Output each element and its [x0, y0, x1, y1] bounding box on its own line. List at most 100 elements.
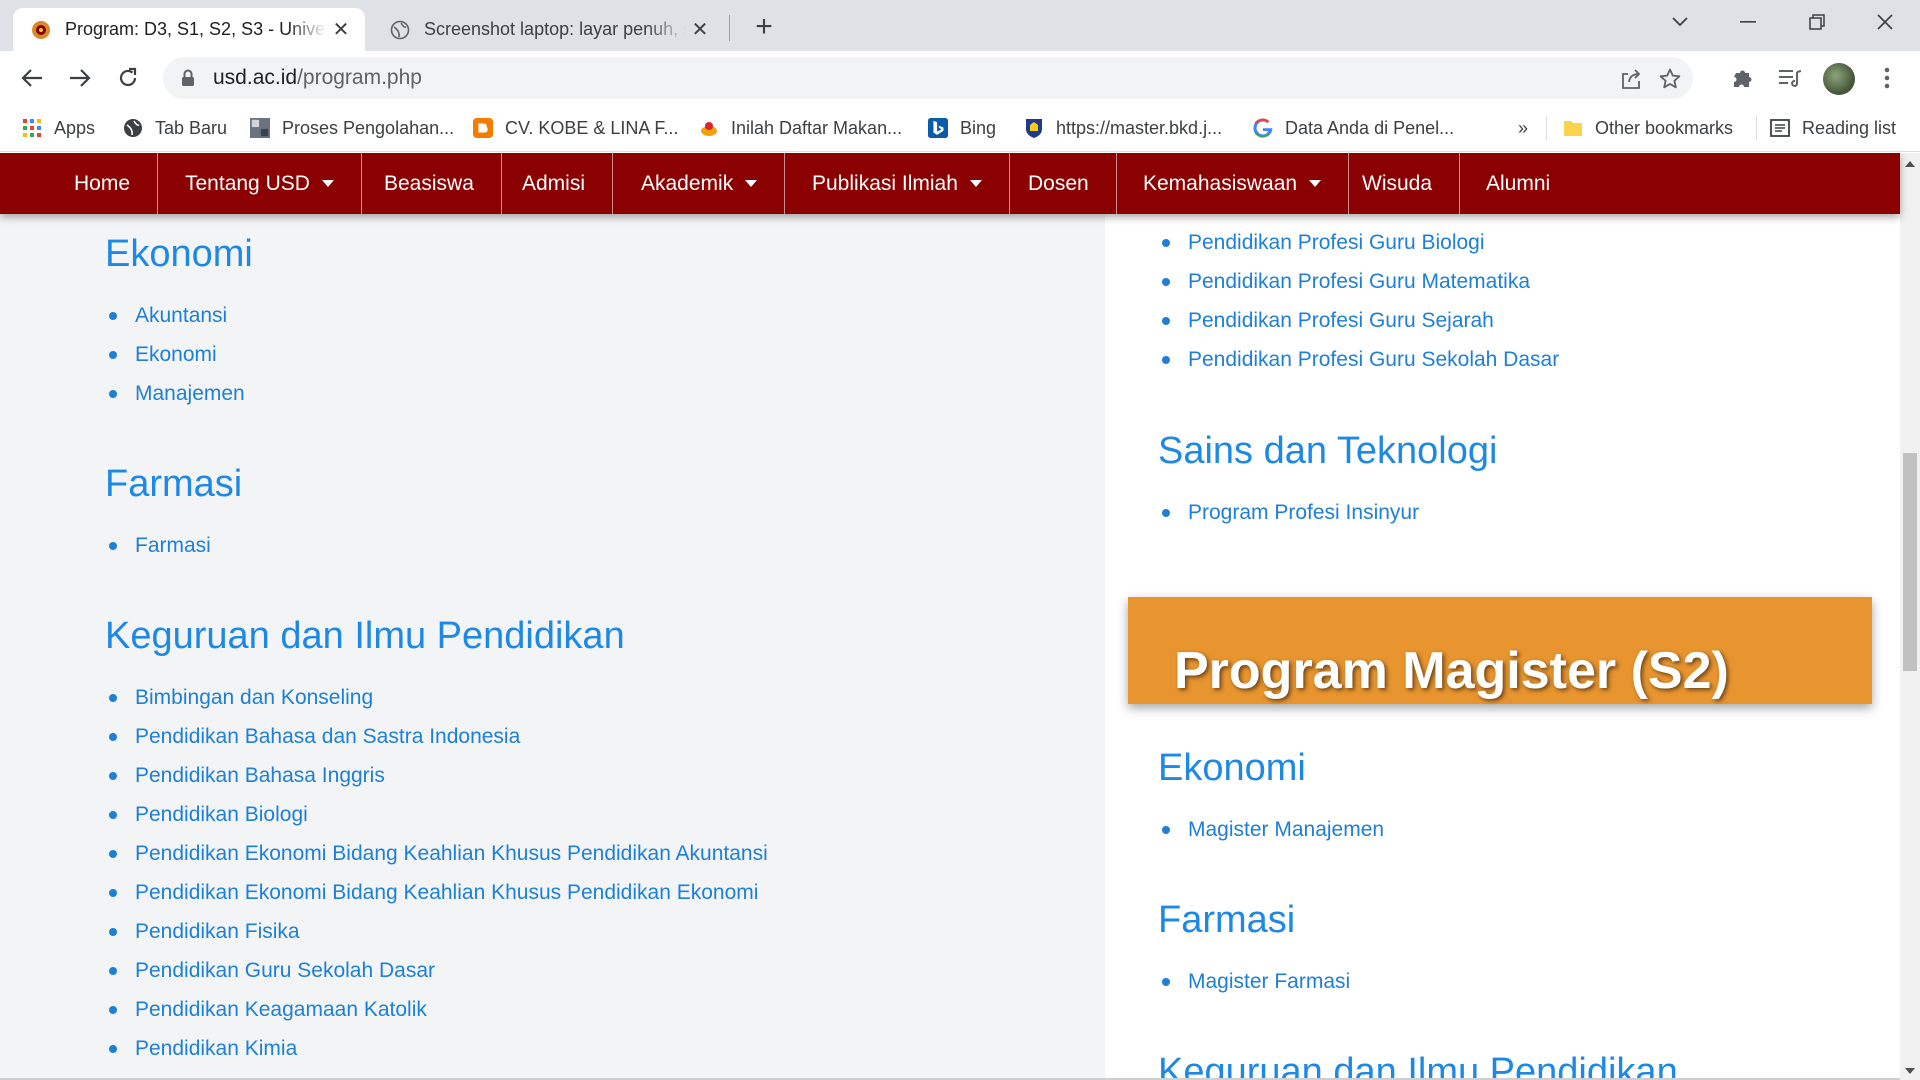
- address-bar[interactable]: usd.ac.id/program.php: [163, 57, 1693, 99]
- banner-title: Program Magister (S2): [1174, 642, 1729, 700]
- scroll-up-icon[interactable]: [1905, 161, 1915, 167]
- program-link[interactable]: Farmasi: [106, 526, 211, 565]
- globe-icon: [123, 118, 143, 138]
- program-link[interactable]: Ekonomi: [106, 335, 245, 374]
- program-link[interactable]: Pendidikan Guru Sekolah Dasar: [106, 951, 768, 990]
- nav-admisi[interactable]: Admisi: [495, 153, 614, 214]
- program-magister-banner: Program Magister (S2): [1128, 597, 1872, 704]
- nav-wisuda[interactable]: Wisuda: [1335, 153, 1461, 214]
- program-link[interactable]: Pendidikan Keagamaan Katolik: [106, 990, 768, 1029]
- program-link[interactable]: Pendidikan Profesi Guru Matematika: [1159, 262, 1559, 301]
- program-link[interactable]: Pendidikan Profesi Guru Biologi: [1159, 223, 1559, 262]
- nav-label: Dosen: [1028, 171, 1089, 195]
- page-scrollbar[interactable]: [1900, 153, 1920, 1080]
- program-link[interactable]: Pendidikan Biologi: [106, 795, 768, 834]
- bookmark-bing[interactable]: Bing: [928, 114, 996, 142]
- nav-label: Kemahasiswaan: [1143, 171, 1298, 195]
- nav-home[interactable]: Home: [47, 153, 159, 214]
- nav-tentang-usd[interactable]: Tentang USD: [158, 153, 362, 214]
- program-link[interactable]: Bimbingan dan Konseling: [106, 678, 768, 717]
- caret-down-icon: [745, 180, 758, 187]
- program-link[interactable]: Magister Farmasi: [1159, 962, 1350, 1001]
- bookmark-inilah-daftar[interactable]: Inilah Daftar Makan...: [699, 114, 902, 142]
- program-link[interactable]: Pendidikan Bahasa Inggris: [106, 756, 768, 795]
- forward-icon[interactable]: [63, 61, 97, 95]
- new-tab-button[interactable]: +: [748, 12, 780, 44]
- bing-icon: [928, 118, 948, 138]
- bookmark-data-anda[interactable]: Data Anda di Penel...: [1253, 114, 1454, 142]
- program-link[interactable]: Pendidikan Ekonomi Bidang Keahlian Khusu…: [106, 873, 768, 912]
- back-icon[interactable]: [15, 61, 49, 95]
- program-link[interactable]: Pendidikan Bahasa dan Sastra Indonesia: [106, 717, 768, 756]
- list-sains-teknologi: Program Profesi Insinyur: [1159, 493, 1419, 532]
- caret-down-icon: [1309, 180, 1322, 187]
- reading-list-button[interactable]: Reading list: [1770, 114, 1896, 142]
- bookmark-tab-baru[interactable]: Tab Baru: [123, 114, 227, 142]
- nav-alumni[interactable]: Alumni: [1459, 153, 1577, 214]
- heading-farmasi: Farmasi: [105, 463, 243, 505]
- extensions-icon[interactable]: [1726, 61, 1760, 95]
- url-text: usd.ac.id/program.php: [213, 66, 422, 90]
- bookmarks-divider: [1546, 116, 1547, 140]
- program-link[interactable]: Pendidikan Kimia: [106, 1029, 768, 1068]
- other-bookmarks-folder[interactable]: Other bookmarks: [1563, 114, 1733, 142]
- program-link[interactable]: Pendidikan Profesi Guru Sekolah Dasar: [1159, 340, 1559, 379]
- bookmarks-bar: Apps Tab Baru Proses Pengolahan... CV. K…: [0, 104, 1920, 152]
- bookmark-apps[interactable]: Apps: [22, 114, 95, 142]
- tab-title: Screenshot laptop: layar penuh, sebagian: [424, 19, 686, 39]
- nav-label: Home: [74, 171, 131, 195]
- nav-dosen[interactable]: Dosen: [1001, 153, 1117, 214]
- folder-icon: [1563, 118, 1583, 138]
- tab-program[interactable]: Program: D3, S1, S2, S3 - Universitas Sa…: [13, 8, 365, 51]
- nav-label: Publikasi Ilmiah: [812, 171, 958, 195]
- nav-label: Beasiswa: [384, 171, 474, 195]
- heading-sains-teknologi: Sains dan Teknologi: [1158, 430, 1498, 472]
- program-link[interactable]: Pendidikan Ekonomi Bidang Keahlian Khusu…: [106, 834, 768, 873]
- reload-icon[interactable]: [111, 61, 145, 95]
- share-icon[interactable]: [1618, 66, 1644, 92]
- media-queue-icon[interactable]: [1773, 61, 1807, 95]
- program-link[interactable]: Pendidikan Profesi Guru Sejarah: [1159, 301, 1559, 340]
- heading-keguruan: Keguruan dan Ilmu Pendidikan: [105, 615, 625, 657]
- bookmark-label: Data Anda di Penel...: [1285, 117, 1455, 138]
- reading-list-icon: [1770, 118, 1790, 138]
- more-bookmarks-button[interactable]: »: [1518, 114, 1528, 142]
- tab-search-icon[interactable]: [1650, 0, 1710, 44]
- menu-kebab-icon[interactable]: [1870, 61, 1904, 95]
- tab-strip: Program: D3, S1, S2, S3 - Universitas Sa…: [0, 0, 1920, 51]
- nav-label: Tentang USD: [185, 171, 310, 195]
- program-link[interactable]: Manajemen: [106, 374, 245, 413]
- close-window-icon[interactable]: [1855, 0, 1915, 44]
- bookmark-star-icon[interactable]: [1657, 66, 1683, 92]
- program-link[interactable]: Pendidikan Fisika: [106, 912, 768, 951]
- program-link[interactable]: Magister Manajemen: [1159, 810, 1384, 849]
- bookmark-label: https://master.bkd.j...: [1056, 117, 1223, 138]
- nav-publikasi-ilmiah[interactable]: Publikasi Ilmiah: [785, 153, 1010, 214]
- close-tab-icon[interactable]: ✕: [327, 16, 355, 44]
- profile-avatar[interactable]: [1823, 63, 1855, 95]
- list-keguruan: Bimbingan dan Konseling Pendidikan Bahas…: [106, 678, 768, 1068]
- restore-icon[interactable]: [1787, 0, 1847, 44]
- bookmark-label: CV. KOBE & LINA F...: [505, 117, 679, 138]
- close-tab-icon[interactable]: ✕: [686, 16, 714, 44]
- bookmark-label: Apps: [54, 117, 96, 138]
- program-link[interactable]: Program Profesi Insinyur: [1159, 493, 1419, 532]
- tab-divider: [729, 15, 730, 41]
- bookmark-label: Reading list: [1802, 117, 1897, 138]
- nav-beasiswa[interactable]: Beasiswa: [357, 153, 502, 214]
- web-page: Home Tentang USD Beasiswa Admisi Akademi…: [0, 153, 1920, 1080]
- nav-akademik[interactable]: Akademik: [614, 153, 786, 214]
- scroll-down-icon[interactable]: [1905, 1068, 1915, 1074]
- url-host: usd.ac.id: [213, 66, 298, 89]
- scrollbar-thumb[interactable]: [1903, 453, 1917, 671]
- minimize-icon[interactable]: [1718, 0, 1778, 44]
- nav-kemahasiswaan[interactable]: Kemahasiswaan: [1116, 153, 1350, 214]
- bookmark-proses-pengolahan[interactable]: Proses Pengolahan...: [250, 114, 454, 142]
- bookmark-cv-kobe[interactable]: CV. KOBE & LINA F...: [473, 114, 678, 142]
- caret-down-icon: [321, 180, 334, 187]
- blogger-icon: [473, 118, 493, 138]
- bookmark-label: Inilah Daftar Makan...: [731, 117, 903, 138]
- program-link[interactable]: Akuntansi: [106, 296, 245, 335]
- bookmark-master-bkd[interactable]: https://master.bkd.j...: [1024, 114, 1222, 142]
- tab-screenshot[interactable]: Screenshot laptop: layar penuh, sebagian…: [372, 8, 724, 51]
